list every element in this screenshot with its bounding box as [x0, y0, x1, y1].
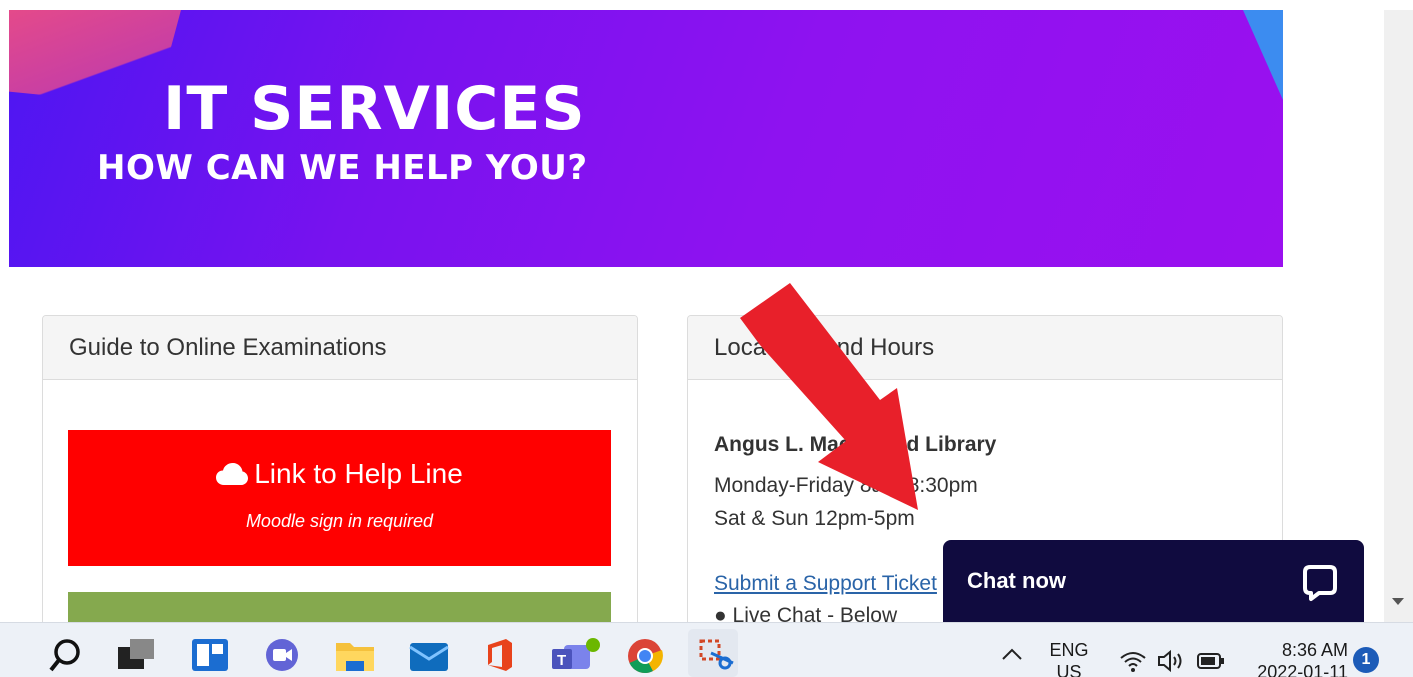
clock[interactable]: 8:36 AM 2022-01-11 [1244, 639, 1348, 677]
file-explorer-icon[interactable] [334, 637, 376, 673]
wifi-icon[interactable] [1118, 649, 1148, 673]
language-region: US [1056, 662, 1082, 677]
mail-icon[interactable] [408, 637, 450, 673]
panel-heading: Guide to Online Examinations [43, 316, 637, 380]
windows-taskbar: T ENG US 8:36 AM 2022-01-11 [0, 622, 1413, 677]
widgets-icon[interactable] [190, 637, 230, 673]
library-name: Angus L. Macdonald Library [714, 433, 997, 456]
volume-icon[interactable] [1156, 649, 1186, 673]
clock-date: 2022-01-11 [1257, 662, 1348, 677]
weekend-hours: Sat & Sun 12pm-5pm [714, 507, 915, 530]
teams-chat-icon[interactable] [262, 637, 302, 673]
it-services-banner: IT SERVICES HOW CAN WE HELP YOU? [9, 10, 1283, 267]
decorative-pink-shape [9, 10, 181, 106]
weekday-hours: Monday-Friday 8am-8:30pm [714, 474, 978, 497]
decorative-blue-shape [1243, 10, 1283, 100]
panel-heading: Locations and Hours [688, 316, 1282, 380]
chevron-up-icon[interactable] [1000, 645, 1024, 663]
svg-text:T: T [557, 652, 566, 669]
chat-now-widget[interactable]: Chat now [943, 540, 1364, 630]
notification-badge[interactable]: 1 [1353, 647, 1379, 673]
help-line-label: Link to Help Line [254, 458, 463, 489]
language-code: ENG [1049, 640, 1089, 660]
cloud-icon [216, 463, 249, 485]
banner-title: IT SERVICES [163, 74, 586, 144]
page-scrollbar[interactable] [1384, 10, 1413, 622]
support-ticket-link[interactable]: Submit a Support Ticket [714, 572, 937, 596]
office-icon[interactable] [482, 637, 518, 673]
help-line-label-row: Link to Help Line [68, 458, 611, 490]
teams-icon[interactable]: T [550, 637, 602, 673]
chat-bubble-icon [1303, 565, 1337, 601]
online-exams-panel: Guide to Online Examinations Link to Hel… [42, 315, 638, 637]
search-icon[interactable] [47, 637, 83, 673]
help-line-sublabel: Moodle sign in required [245, 511, 434, 531]
battery-icon[interactable] [1196, 651, 1226, 671]
scroll-down-arrow-icon[interactable] [1392, 598, 1404, 605]
chrome-icon[interactable] [626, 637, 664, 675]
chat-now-label: Chat now [967, 568, 1066, 593]
clock-time: 8:36 AM [1281, 640, 1348, 660]
banner-subtitle: HOW CAN WE HELP YOU? [97, 148, 588, 188]
language-indicator[interactable]: ENG US [1044, 639, 1094, 677]
support-ticket-link-text: Submit a Support Ticket [714, 572, 937, 595]
snipping-tool-icon[interactable] [697, 637, 737, 673]
task-view-icon[interactable] [116, 637, 156, 673]
help-line-button[interactable]: Link to Help Line Moodle sign in require… [68, 430, 611, 566]
